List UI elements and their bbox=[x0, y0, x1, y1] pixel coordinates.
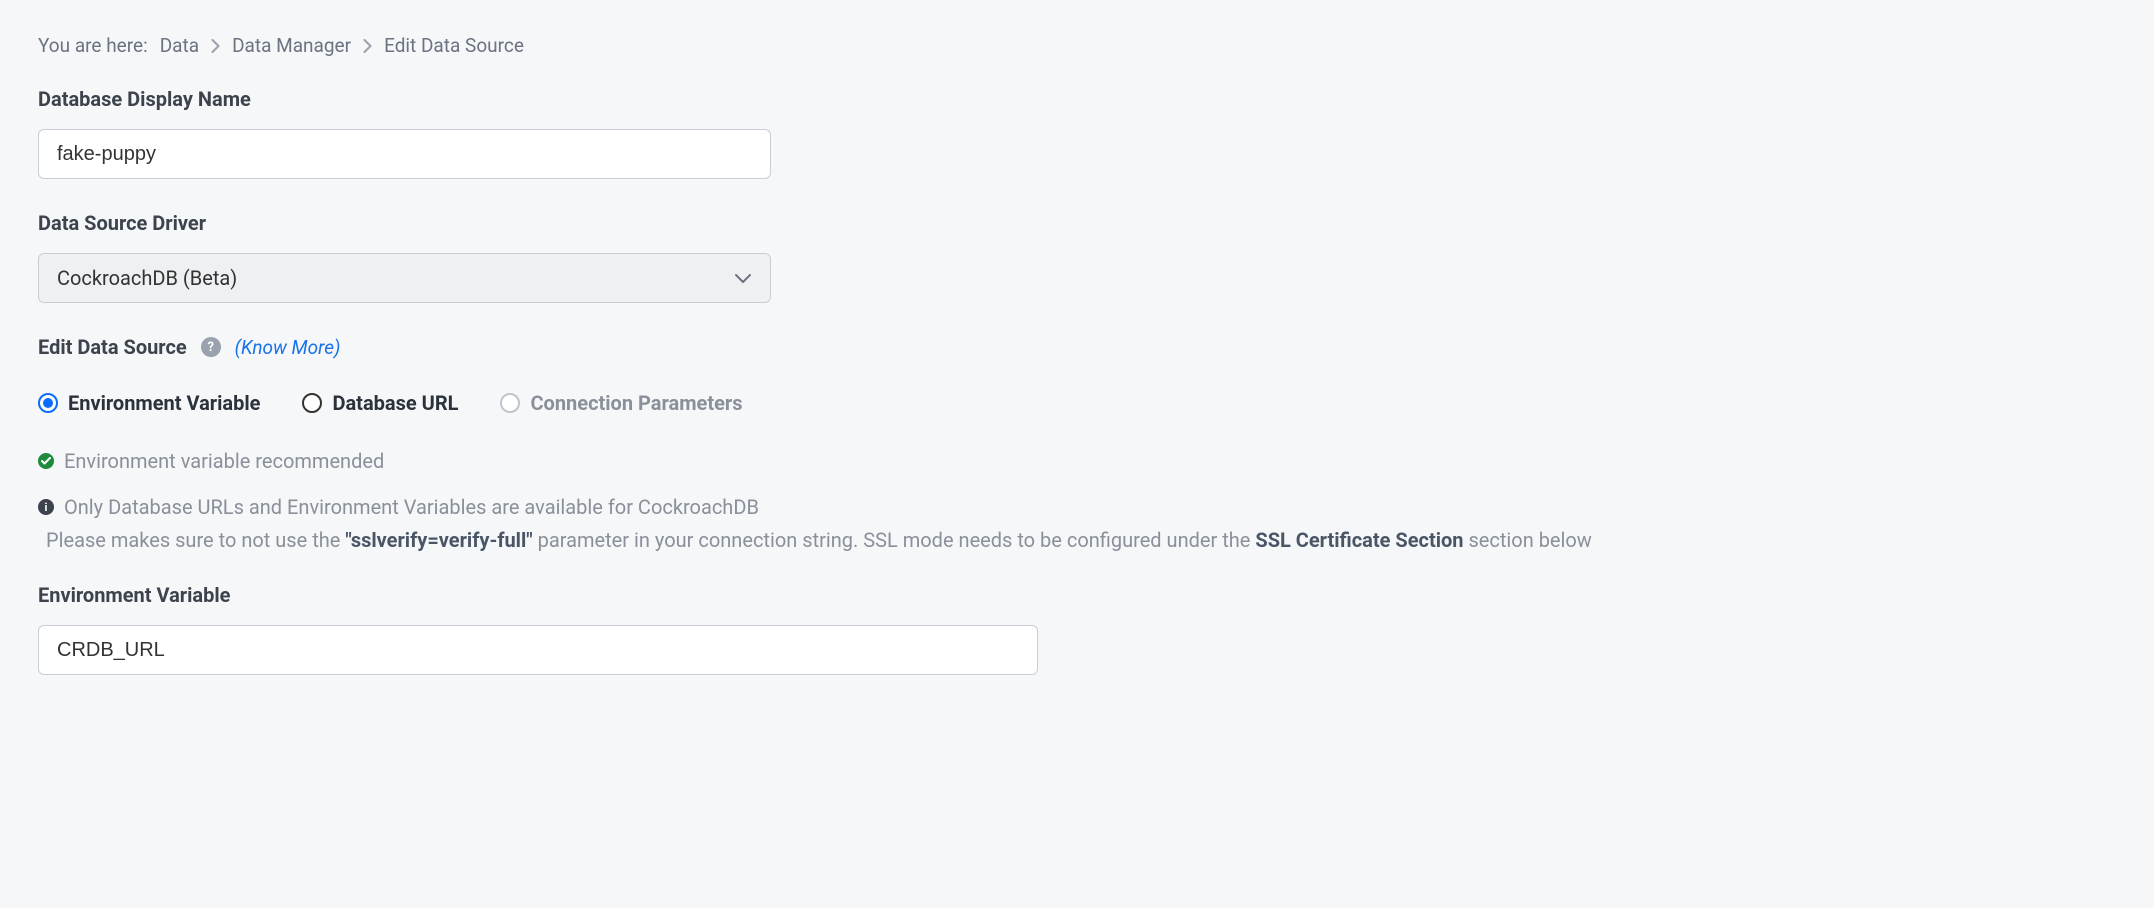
breadcrumb-prefix: You are here: bbox=[38, 34, 148, 57]
radio-database-url[interactable]: Database URL bbox=[302, 391, 458, 415]
ssl-note-mid: parameter in your connection string. SSL… bbox=[538, 528, 1256, 552]
availability-info: i Only Database URLs and Environment Var… bbox=[38, 495, 2116, 519]
radio-connection-parameters[interactable]: Connection Parameters bbox=[500, 391, 742, 415]
breadcrumb-data[interactable]: Data bbox=[160, 34, 199, 57]
display-name-label: Database Display Name bbox=[38, 87, 2116, 111]
recommended-hint: Environment variable recommended bbox=[38, 449, 2116, 473]
radio-label-url: Database URL bbox=[332, 391, 458, 415]
radio-environment-variable[interactable]: Environment Variable bbox=[38, 391, 260, 415]
chevron-right-icon bbox=[363, 39, 372, 53]
ssl-note-post: section below bbox=[1468, 528, 1591, 552]
breadcrumb: You are here: Data Data Manager Edit Dat… bbox=[38, 34, 2116, 57]
radio-label-env: Environment Variable bbox=[68, 391, 260, 415]
display-name-input[interactable] bbox=[38, 129, 771, 179]
radio-icon bbox=[38, 393, 58, 413]
connection-mode-radios: Environment Variable Database URL Connec… bbox=[38, 391, 2116, 415]
check-circle-icon bbox=[38, 453, 54, 469]
ssl-note-section: SSL Certificate Section bbox=[1255, 528, 1463, 552]
know-more-link[interactable]: (Know More) bbox=[235, 336, 341, 359]
ssl-note-pre: Please makes sure to not use the bbox=[46, 528, 345, 552]
recommended-text: Environment variable recommended bbox=[64, 449, 384, 473]
radio-icon bbox=[500, 393, 520, 413]
breadcrumb-edit-data-source[interactable]: Edit Data Source bbox=[384, 34, 524, 57]
breadcrumb-data-manager[interactable]: Data Manager bbox=[232, 34, 351, 57]
driver-select-value: CockroachDB (Beta) bbox=[57, 266, 237, 290]
edit-data-source-title: Edit Data Source bbox=[38, 335, 187, 359]
driver-select[interactable]: CockroachDB (Beta) bbox=[38, 253, 771, 303]
info-icon: i bbox=[38, 499, 54, 515]
help-icon[interactable]: ? bbox=[201, 337, 221, 357]
ssl-note-param: "sslverify=verify-full" bbox=[345, 528, 532, 552]
env-var-label: Environment Variable bbox=[38, 583, 2116, 607]
env-var-input[interactable] bbox=[38, 625, 1038, 675]
ssl-note: Please makes sure to not use the "sslver… bbox=[38, 523, 2116, 557]
chevron-down-icon bbox=[734, 266, 752, 290]
radio-icon bbox=[302, 393, 322, 413]
driver-label: Data Source Driver bbox=[38, 211, 2116, 235]
radio-label-params: Connection Parameters bbox=[530, 391, 742, 415]
availability-text: Only Database URLs and Environment Varia… bbox=[64, 495, 759, 519]
chevron-right-icon bbox=[211, 39, 220, 53]
